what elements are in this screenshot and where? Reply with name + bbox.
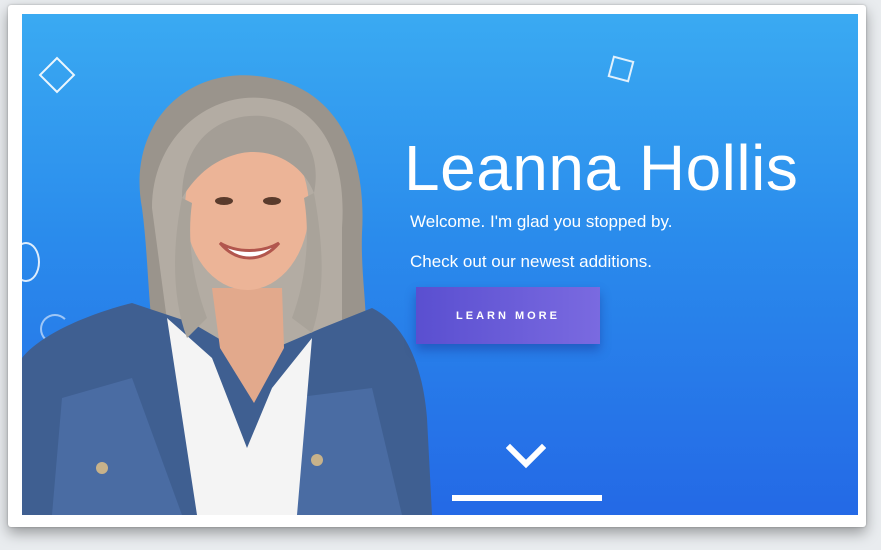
additions-text: Check out our newest additions. (410, 252, 652, 271)
learn-more-button[interactable]: LEARN MORE (416, 287, 600, 344)
hero-banner: Leanna Hollis Welcome. I'm glad you stop… (22, 14, 858, 515)
learn-more-label: LEARN MORE (456, 309, 560, 322)
hero-title: Leanna Hollis (404, 132, 799, 204)
portrait-image (22, 75, 432, 515)
section-indicator-bar (452, 495, 602, 501)
welcome-text: Welcome. I'm glad you stopped by. (410, 212, 673, 231)
square-decoration-icon (607, 55, 635, 83)
chevron-down-icon[interactable] (506, 442, 546, 470)
